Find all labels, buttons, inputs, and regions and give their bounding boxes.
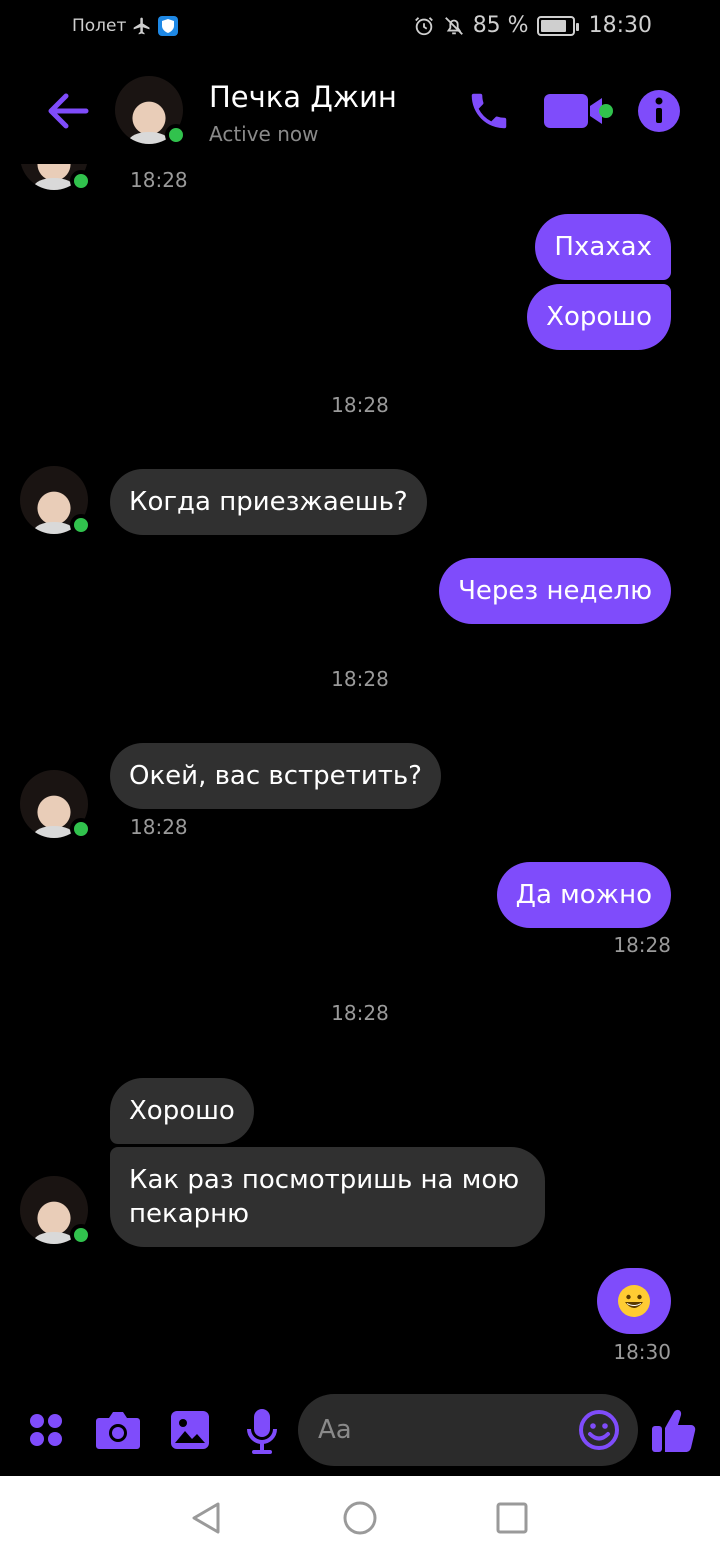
received-message[interactable]: Хорошо (110, 1078, 254, 1144)
sent-message[interactable]: Хорошо (527, 284, 671, 350)
sent-message[interactable]: Через неделю (439, 558, 671, 624)
message-time: 18:28 (613, 933, 671, 957)
system-nav-bar (0, 1476, 720, 1560)
shield-icon (158, 16, 179, 36)
contact-avatar[interactable] (20, 466, 92, 536)
contact-avatar[interactable] (115, 76, 187, 146)
airplane-icon (134, 17, 150, 35)
online-indicator (70, 514, 92, 536)
received-message[interactable]: Как раз посмотришь на мою пекарню (110, 1147, 545, 1247)
message-time: 18:28 (130, 815, 188, 839)
message-input[interactable]: Aa (298, 1394, 638, 1466)
notifications-off-icon (444, 16, 463, 35)
apps-icon[interactable] (28, 1412, 64, 1448)
message-input-placeholder: Aa (318, 1415, 352, 1445)
camera-icon[interactable] (95, 1410, 141, 1450)
contact-avatar[interactable] (20, 770, 92, 840)
contact-name[interactable]: Печка Джин (209, 80, 397, 114)
image-icon[interactable] (170, 1410, 210, 1450)
smiling-face-emoji-icon (618, 1285, 650, 1317)
alarm-icon (414, 16, 433, 35)
message-time: 18:30 (613, 1340, 671, 1364)
time-divider: 18:28 (331, 1001, 389, 1025)
info-icon[interactable] (636, 88, 682, 134)
status-left: Полет (72, 16, 179, 36)
emoji-icon[interactable] (578, 1409, 620, 1451)
composer-bar: Aa (0, 1388, 720, 1476)
airplane-mode-label: Полет (72, 16, 127, 36)
back-arrow-icon[interactable] (42, 86, 92, 136)
clock: 18:30 (588, 13, 652, 38)
phone-icon[interactable] (466, 88, 512, 134)
online-indicator (70, 818, 92, 840)
sent-emoji-message[interactable] (597, 1268, 671, 1334)
battery-percent: 85 % (472, 13, 529, 38)
video-camera-icon[interactable] (542, 90, 616, 132)
message-line: Как раз посмотришь на мою (129, 1165, 520, 1195)
time-divider: 18:28 (331, 393, 389, 417)
received-message[interactable]: Когда приезжаешь? (110, 469, 427, 535)
message-time: 18:28 (130, 168, 188, 192)
contact-avatar[interactable] (20, 1176, 92, 1246)
sent-message[interactable]: Пхахах (535, 214, 671, 280)
message-line: пекарню (129, 1199, 250, 1229)
battery-icon (536, 15, 579, 36)
back-triangle-icon[interactable] (188, 1500, 224, 1536)
online-indicator (165, 124, 187, 146)
sent-message[interactable]: Да можно (496, 862, 671, 928)
thumbs-up-icon[interactable] (650, 1406, 698, 1454)
status-right: 85 % 18:30 (413, 13, 652, 38)
online-indicator (70, 1224, 92, 1246)
home-circle-icon[interactable] (342, 1500, 378, 1536)
status-bar: Полет 85 % 18:30 (0, 0, 720, 56)
contact-status: Active now (209, 122, 319, 146)
chat-header: Печка Джин Active now (0, 60, 720, 164)
received-message[interactable]: Окей, вас встретить? (110, 743, 441, 809)
microphone-icon[interactable] (246, 1408, 278, 1454)
time-divider: 18:28 (331, 667, 389, 691)
recents-square-icon[interactable] (494, 1500, 530, 1536)
online-indicator (70, 170, 92, 192)
